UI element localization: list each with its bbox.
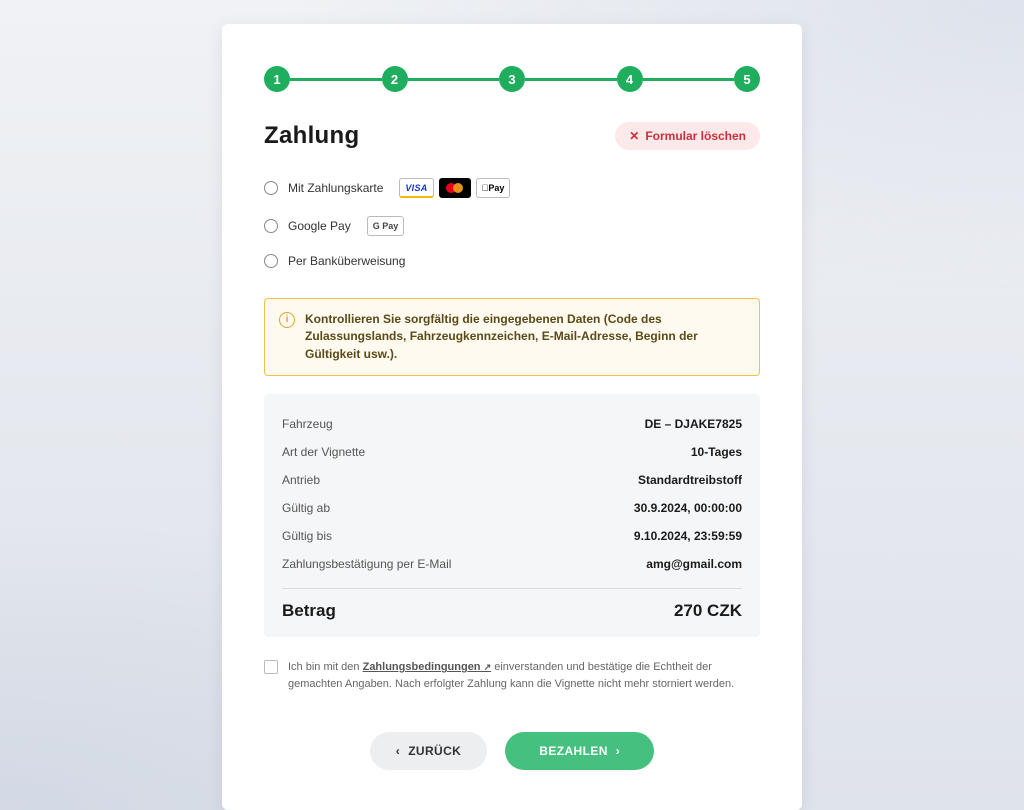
- summary-key: Art der Vignette: [282, 445, 365, 459]
- summary-row: Fahrzeug DE – DJAKE7825: [282, 410, 742, 438]
- back-button[interactable]: ‹ ZURÜCK: [370, 732, 487, 770]
- stepper: 1 2 3 4 5: [264, 66, 760, 92]
- terms-row: Ich bin mit den Zahlungsbedingungen ↗ ei…: [264, 659, 760, 692]
- divider: [282, 588, 742, 589]
- summary-val: amg@gmail.com: [646, 557, 742, 571]
- clear-form-label: Formular löschen: [645, 129, 746, 143]
- step-4[interactable]: 4: [617, 66, 643, 92]
- header-row: Zahlung ✕ Formular löschen: [264, 122, 760, 150]
- summary-key: Zahlungsbestätigung per E-Mail: [282, 557, 451, 571]
- step-1[interactable]: 1: [264, 66, 290, 92]
- summary-key: Fahrzeug: [282, 417, 333, 431]
- radio-icon: [264, 219, 278, 233]
- summary-key: Gültig ab: [282, 501, 330, 515]
- total-label: Betrag: [282, 601, 336, 621]
- step-3[interactable]: 3: [499, 66, 525, 92]
- step-line: [643, 78, 735, 81]
- summary-total: Betrag 270 CZK: [282, 595, 742, 621]
- pay-button[interactable]: BEZAHLEN ›: [505, 732, 654, 770]
- terms-link[interactable]: Zahlungsbedingungen ↗: [363, 661, 492, 673]
- option-card[interactable]: Mit Zahlungskarte VISA Pay: [264, 178, 760, 198]
- summary-row: Zahlungsbestätigung per E-Mail amg@gmail…: [282, 550, 742, 578]
- summary-row: Antrieb Standardtreibstoff: [282, 466, 742, 494]
- summary-row: Art der Vignette 10-Tages: [282, 438, 742, 466]
- summary-val: 30.9.2024, 00:00:00: [634, 501, 742, 515]
- pay-label: BEZAHLEN: [539, 744, 608, 758]
- summary-key: Antrieb: [282, 473, 320, 487]
- chevron-left-icon: ‹: [396, 744, 400, 758]
- step-5[interactable]: 5: [734, 66, 760, 92]
- visa-icon: VISA: [399, 178, 433, 198]
- chevron-right-icon: ›: [616, 744, 620, 758]
- summary-val: 10-Tages: [691, 445, 742, 459]
- summary-key: Gültig bis: [282, 529, 332, 543]
- external-link-icon: ↗: [484, 662, 492, 672]
- payment-card: 1 2 3 4 5 Zahlung ✕ Formular löschen Mit…: [222, 24, 802, 810]
- step-line: [525, 78, 617, 81]
- applepay-icon: Pay: [476, 178, 511, 198]
- option-bank-label: Per Banküberweisung: [288, 254, 405, 268]
- total-value: 270 CZK: [674, 601, 742, 621]
- summary-val: 9.10.2024, 23:59:59: [634, 529, 742, 543]
- info-box: i Kontrollieren Sie sorgfältig die einge…: [264, 298, 760, 376]
- option-card-label: Mit Zahlungskarte: [288, 181, 383, 195]
- terms-checkbox[interactable]: [264, 660, 278, 674]
- info-text: Kontrollieren Sie sorgfältig die eingege…: [305, 311, 745, 363]
- mastercard-icon: [439, 178, 471, 198]
- option-gpay-label: Google Pay: [288, 219, 351, 233]
- radio-icon: [264, 181, 278, 195]
- clear-form-button[interactable]: ✕ Formular löschen: [615, 122, 760, 150]
- step-2[interactable]: 2: [382, 66, 408, 92]
- summary-row: Gültig ab 30.9.2024, 00:00:00: [282, 494, 742, 522]
- summary-val: Standardtreibstoff: [638, 473, 742, 487]
- back-label: ZURÜCK: [408, 744, 461, 758]
- option-gpay[interactable]: Google Pay G Pay: [264, 216, 760, 236]
- option-bank[interactable]: Per Banküberweisung: [264, 254, 760, 268]
- summary-val: DE – DJAKE7825: [645, 417, 742, 431]
- payment-options: Mit Zahlungskarte VISA Pay Google Pay G…: [264, 178, 760, 268]
- step-line: [290, 78, 382, 81]
- gpay-icon: G Pay: [367, 216, 405, 236]
- step-line: [408, 78, 500, 81]
- close-icon: ✕: [629, 129, 639, 143]
- radio-icon: [264, 254, 278, 268]
- summary-box: Fahrzeug DE – DJAKE7825 Art der Vignette…: [264, 394, 760, 637]
- footer-buttons: ‹ ZURÜCK BEZAHLEN ›: [264, 732, 760, 770]
- terms-text: Ich bin mit den Zahlungsbedingungen ↗ ei…: [288, 659, 760, 692]
- info-icon: i: [279, 312, 295, 328]
- summary-row: Gültig bis 9.10.2024, 23:59:59: [282, 522, 742, 550]
- page-title: Zahlung: [264, 122, 359, 150]
